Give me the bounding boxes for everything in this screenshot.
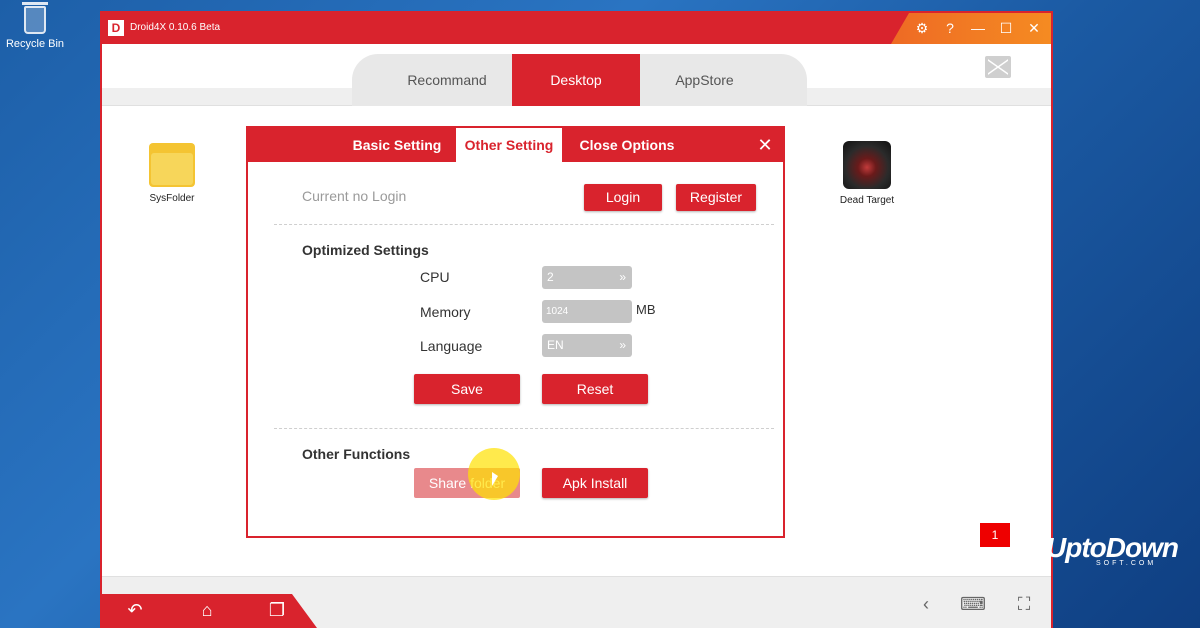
tab-recommand[interactable]: Recommand	[392, 54, 502, 106]
divider	[274, 224, 774, 225]
cpu-label: CPU	[420, 269, 450, 285]
share-folder-button[interactable]: Share folder	[414, 468, 520, 498]
top-navigation: Recommand Desktop AppStore	[102, 44, 1051, 106]
window-controls: ⚙ ? — ☐ ✕	[913, 18, 1043, 38]
memory-input[interactable]: 1024	[542, 300, 632, 323]
dialog-close-icon[interactable]: ✕	[755, 128, 775, 162]
uptodown-watermark: UptoDown SOFT.COM	[1018, 530, 1200, 570]
window-title: Droid4X 0.10.6 Beta	[130, 22, 221, 33]
reset-button[interactable]: Reset	[542, 374, 648, 404]
mail-icon[interactable]	[985, 56, 1011, 78]
divider	[274, 428, 774, 429]
settings-dialog: Basic Setting Other Setting Close Option…	[246, 126, 785, 538]
fullscreen-icon[interactable]: ⛶	[1012, 592, 1036, 616]
maximize-button[interactable]: ☐	[997, 18, 1015, 38]
settings-icon[interactable]: ⚙	[913, 18, 931, 38]
minimize-button[interactable]: —	[969, 18, 987, 38]
login-button[interactable]: Login	[584, 184, 662, 211]
uptodown-logo-icon	[1018, 540, 1040, 554]
chevron-down-icon: »	[619, 338, 626, 352]
dialog-header: Basic Setting Other Setting Close Option…	[248, 128, 783, 162]
recycle-bin-label: Recycle Bin	[5, 38, 65, 50]
tab-other-setting[interactable]: Other Setting	[456, 128, 562, 162]
back-icon[interactable]: ↶	[120, 598, 150, 622]
close-button[interactable]: ✕	[1025, 18, 1043, 38]
tab-close-options[interactable]: Close Options	[568, 128, 686, 162]
chevron-left-icon[interactable]: ‹	[914, 592, 938, 616]
keyboard-icon[interactable]: ⌨	[960, 592, 986, 616]
language-select[interactable]: EN »	[542, 334, 632, 357]
app-label: Dead Target	[839, 195, 895, 206]
game-icon	[843, 141, 891, 189]
memory-unit: MB	[636, 302, 656, 317]
login-status: Current no Login	[302, 188, 407, 204]
chevron-down-icon: »	[619, 270, 626, 284]
tab-appstore[interactable]: AppStore	[647, 54, 762, 106]
watermark-sub: SOFT.COM	[1096, 560, 1157, 567]
help-icon[interactable]: ?	[941, 18, 959, 38]
app-dead-target[interactable]: Dead Target	[830, 141, 904, 206]
home-icon[interactable]: ⌂	[192, 598, 222, 622]
trash-icon	[22, 2, 48, 34]
save-button[interactable]: Save	[414, 374, 520, 404]
emulator-window: D Droid4X 0.10.6 Beta ⚙ ? — ☐ ✕ Recomman…	[100, 11, 1053, 628]
tab-desktop[interactable]: Desktop	[512, 54, 640, 106]
language-label: Language	[420, 338, 483, 354]
title-bar: D Droid4X 0.10.6 Beta ⚙ ? — ☐ ✕	[102, 13, 1051, 44]
recent-apps-icon[interactable]: ❐	[262, 598, 292, 622]
tab-basic-setting[interactable]: Basic Setting	[338, 128, 456, 162]
app-sysfolder[interactable]: SysFolder	[140, 143, 204, 204]
language-value: EN	[547, 338, 564, 352]
memory-label: Memory	[420, 304, 471, 320]
bottom-bar: ↶ ⌂ ❐ ‹ ⌨ ⛶	[102, 576, 1051, 628]
recycle-bin[interactable]: Recycle Bin	[4, 2, 66, 50]
other-functions-title: Other Functions	[302, 446, 411, 462]
cpu-select[interactable]: 2 »	[542, 266, 632, 289]
folder-icon	[149, 143, 195, 187]
notification-badge[interactable]: 1	[980, 523, 1010, 547]
droid4x-logo-icon: D	[108, 20, 124, 36]
cpu-value: 2	[547, 270, 554, 284]
register-button[interactable]: Register	[676, 184, 756, 211]
app-label: SysFolder	[149, 193, 195, 204]
apk-install-button[interactable]: Apk Install	[542, 468, 648, 498]
optimized-settings-title: Optimized Settings	[302, 242, 429, 258]
